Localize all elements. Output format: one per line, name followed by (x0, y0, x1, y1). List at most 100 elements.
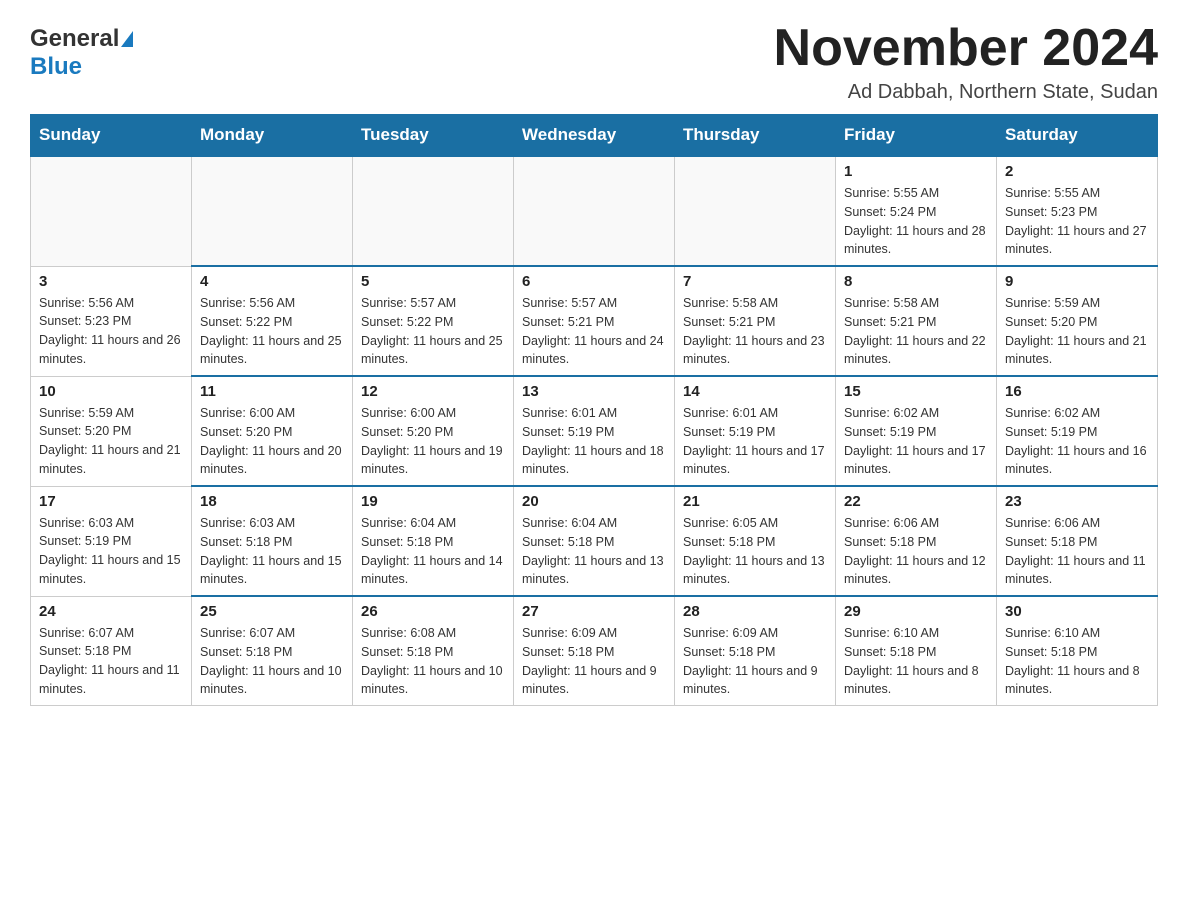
calendar-cell (353, 156, 514, 266)
day-info: Sunrise: 6:02 AM Sunset: 5:19 PM Dayligh… (844, 404, 988, 479)
day-number: 4 (200, 273, 344, 290)
calendar-cell: 24 Sunrise: 6:07 AM Sunset: 5:18 PM Dayli… (31, 596, 192, 706)
day-number: 12 (361, 383, 505, 400)
day-info: Sunrise: 5:59 AM Sunset: 5:20 PM Dayligh… (39, 404, 183, 479)
day-info: Sunrise: 5:55 AM Sunset: 5:24 PM Dayligh… (844, 184, 988, 259)
weekday-header-thursday: Thursday (675, 115, 836, 157)
day-info: Sunrise: 5:58 AM Sunset: 5:21 PM Dayligh… (683, 294, 827, 369)
calendar-cell: 15Sunrise: 6:02 AM Sunset: 5:19 PM Dayli… (836, 376, 997, 486)
day-number: 16 (1005, 383, 1149, 400)
weekday-header-wednesday: Wednesday (514, 115, 675, 157)
calendar-cell: 16Sunrise: 6:02 AM Sunset: 5:19 PM Dayli… (997, 376, 1158, 486)
day-number: 2 (1005, 163, 1149, 180)
day-info: Sunrise: 5:57 AM Sunset: 5:21 PM Dayligh… (522, 294, 666, 369)
logo-blue-text: Blue (30, 53, 82, 80)
calendar-cell (31, 156, 192, 266)
day-info: Sunrise: 6:03 AM Sunset: 5:18 PM Dayligh… (200, 514, 344, 589)
calendar-cell: 10 Sunrise: 5:59 AM Sunset: 5:20 PM Dayli… (31, 376, 192, 486)
day-number: 21 (683, 493, 827, 510)
day-number: 17 (39, 493, 183, 510)
calendar-cell: 8 Sunrise: 5:58 AM Sunset: 5:21 PM Daylig… (836, 266, 997, 376)
calendar-header: SundayMondayTuesdayWednesdayThursdayFrid… (31, 115, 1158, 157)
day-number: 7 (683, 273, 827, 290)
weekday-header-saturday: Saturday (997, 115, 1158, 157)
calendar-cell: 22 Sunrise: 6:06 AM Sunset: 5:18 PM Dayli… (836, 486, 997, 596)
day-number: 29 (844, 603, 988, 620)
calendar-table: SundayMondayTuesdayWednesdayThursdayFrid… (30, 114, 1158, 706)
day-info: Sunrise: 6:04 AM Sunset: 5:18 PM Dayligh… (361, 514, 505, 589)
calendar-cell: 28 Sunrise: 6:09 AM Sunset: 5:18 PM Dayli… (675, 596, 836, 706)
weekday-header-sunday: Sunday (31, 115, 192, 157)
day-info: Sunrise: 5:56 AM Sunset: 5:22 PM Dayligh… (200, 294, 344, 369)
weekday-header-tuesday: Tuesday (353, 115, 514, 157)
day-number: 10 (39, 383, 183, 400)
calendar-cell (675, 156, 836, 266)
logo: General Blue (30, 20, 133, 81)
day-number: 13 (522, 383, 666, 400)
day-info: Sunrise: 6:06 AM Sunset: 5:18 PM Dayligh… (1005, 514, 1149, 589)
day-number: 22 (844, 493, 988, 510)
calendar-cell: 20 Sunrise: 6:04 AM Sunset: 5:18 PM Dayli… (514, 486, 675, 596)
logo-arrow-icon (121, 31, 133, 47)
day-number: 27 (522, 603, 666, 620)
page-header: General Blue November 2024 Ad Dabbah, No… (30, 20, 1158, 104)
day-number: 24 (39, 603, 183, 620)
day-number: 28 (683, 603, 827, 620)
calendar-week-4: 24 Sunrise: 6:07 AM Sunset: 5:18 PM Dayli… (31, 596, 1158, 706)
day-number: 5 (361, 273, 505, 290)
calendar-week-0: 1 Sunrise: 5:55 AM Sunset: 5:24 PM Daylig… (31, 156, 1158, 266)
calendar-subtitle: Ad Dabbah, Northern State, Sudan (774, 81, 1158, 104)
calendar-cell: 4 Sunrise: 5:56 AM Sunset: 5:22 PM Daylig… (192, 266, 353, 376)
calendar-cell (192, 156, 353, 266)
day-number: 23 (1005, 493, 1149, 510)
day-info: Sunrise: 6:08 AM Sunset: 5:18 PM Dayligh… (361, 624, 505, 699)
day-info: Sunrise: 6:10 AM Sunset: 5:18 PM Dayligh… (844, 624, 988, 699)
day-info: Sunrise: 6:09 AM Sunset: 5:18 PM Dayligh… (683, 624, 827, 699)
logo-general-text: General (30, 25, 119, 53)
day-info: Sunrise: 5:59 AM Sunset: 5:20 PM Dayligh… (1005, 294, 1149, 369)
calendar-cell: 11 Sunrise: 6:00 AM Sunset: 5:20 PM Dayli… (192, 376, 353, 486)
calendar-cell: 27 Sunrise: 6:09 AM Sunset: 5:18 PM Dayli… (514, 596, 675, 706)
weekday-header-row: SundayMondayTuesdayWednesdayThursdayFrid… (31, 115, 1158, 157)
day-number: 26 (361, 603, 505, 620)
calendar-cell: 3Sunrise: 5:56 AM Sunset: 5:23 PM Daylig… (31, 266, 192, 376)
calendar-week-3: 17 Sunrise: 6:03 AM Sunset: 5:19 PM Dayli… (31, 486, 1158, 596)
calendar-cell: 2 Sunrise: 5:55 AM Sunset: 5:23 PM Daylig… (997, 156, 1158, 266)
calendar-cell: 25Sunrise: 6:07 AM Sunset: 5:18 PM Dayli… (192, 596, 353, 706)
calendar-cell: 13 Sunrise: 6:01 AM Sunset: 5:19 PM Dayli… (514, 376, 675, 486)
day-info: Sunrise: 6:04 AM Sunset: 5:18 PM Dayligh… (522, 514, 666, 589)
calendar-week-2: 10 Sunrise: 5:59 AM Sunset: 5:20 PM Dayli… (31, 376, 1158, 486)
calendar-cell: 14Sunrise: 6:01 AM Sunset: 5:19 PM Dayli… (675, 376, 836, 486)
calendar-cell: 17 Sunrise: 6:03 AM Sunset: 5:19 PM Dayli… (31, 486, 192, 596)
day-number: 18 (200, 493, 344, 510)
day-info: Sunrise: 5:55 AM Sunset: 5:23 PM Dayligh… (1005, 184, 1149, 259)
calendar-body: 1 Sunrise: 5:55 AM Sunset: 5:24 PM Daylig… (31, 156, 1158, 706)
day-number: 14 (683, 383, 827, 400)
day-number: 25 (200, 603, 344, 620)
day-info: Sunrise: 6:00 AM Sunset: 5:20 PM Dayligh… (200, 404, 344, 479)
day-info: Sunrise: 6:07 AM Sunset: 5:18 PM Dayligh… (39, 624, 183, 699)
day-info: Sunrise: 6:00 AM Sunset: 5:20 PM Dayligh… (361, 404, 505, 479)
calendar-cell: 12 Sunrise: 6:00 AM Sunset: 5:20 PM Dayli… (353, 376, 514, 486)
weekday-header-monday: Monday (192, 115, 353, 157)
calendar-cell: 9Sunrise: 5:59 AM Sunset: 5:20 PM Daylig… (997, 266, 1158, 376)
calendar-cell: 19Sunrise: 6:04 AM Sunset: 5:18 PM Dayli… (353, 486, 514, 596)
calendar-cell: 6Sunrise: 5:57 AM Sunset: 5:21 PM Daylig… (514, 266, 675, 376)
calendar-cell (514, 156, 675, 266)
day-info: Sunrise: 6:09 AM Sunset: 5:18 PM Dayligh… (522, 624, 666, 699)
calendar-cell: 1 Sunrise: 5:55 AM Sunset: 5:24 PM Daylig… (836, 156, 997, 266)
day-number: 8 (844, 273, 988, 290)
day-info: Sunrise: 6:03 AM Sunset: 5:19 PM Dayligh… (39, 514, 183, 589)
day-number: 20 (522, 493, 666, 510)
day-number: 30 (1005, 603, 1149, 620)
calendar-cell: 18 Sunrise: 6:03 AM Sunset: 5:18 PM Dayli… (192, 486, 353, 596)
calendar-cell: 29 Sunrise: 6:10 AM Sunset: 5:18 PM Dayli… (836, 596, 997, 706)
day-number: 11 (200, 383, 344, 400)
day-info: Sunrise: 6:06 AM Sunset: 5:18 PM Dayligh… (844, 514, 988, 589)
day-info: Sunrise: 5:58 AM Sunset: 5:21 PM Dayligh… (844, 294, 988, 369)
day-number: 1 (844, 163, 988, 180)
day-info: Sunrise: 6:01 AM Sunset: 5:19 PM Dayligh… (522, 404, 666, 479)
calendar-cell: 23 Sunrise: 6:06 AM Sunset: 5:18 PM Dayli… (997, 486, 1158, 596)
calendar-cell: 21 Sunrise: 6:05 AM Sunset: 5:18 PM Dayli… (675, 486, 836, 596)
day-info: Sunrise: 6:05 AM Sunset: 5:18 PM Dayligh… (683, 514, 827, 589)
